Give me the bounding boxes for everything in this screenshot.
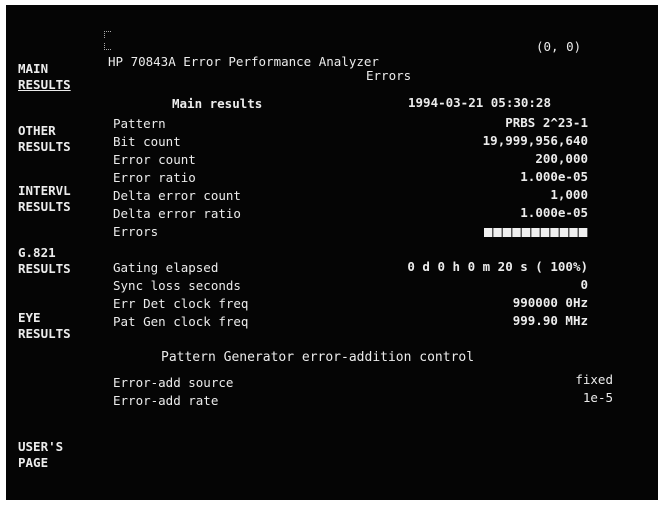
row-label-pattern: Pattern <box>113 116 166 131</box>
softkey-main-results[interactable]: MAIN RESULTS <box>18 61 98 93</box>
softkey-label: G.821 <box>18 245 56 260</box>
row-value-error-ratio: 1.000e-05 <box>520 169 588 184</box>
softkey-label: MAIN <box>18 61 49 76</box>
section-heading-error-add: Pattern Generator error-addition control <box>161 350 475 365</box>
row-label-bit-count: Bit count <box>113 134 181 149</box>
softkey-label: OTHER <box>18 123 56 138</box>
softkey-label: INTERVL <box>18 183 71 198</box>
softkey-label: RESULTS <box>18 326 71 341</box>
row-value-sync-loss: 0 <box>580 277 588 292</box>
row-label-errors: Errors <box>113 224 159 239</box>
screen-coords: (0, 0) <box>536 39 582 54</box>
row-value-error-add-source: fixed <box>575 372 613 387</box>
errors-indicator-bar <box>484 224 588 239</box>
row-label-error-count: Error count <box>113 152 196 167</box>
row-label-gating-elapsed: Gating elapsed <box>113 260 219 275</box>
row-value-error-count: 200,000 <box>535 151 588 166</box>
softkey-label: PAGE <box>18 455 49 470</box>
row-label-pat-gen-clock: Pat Gen clock freq <box>113 314 249 329</box>
softkey-label: RESULTS <box>18 199 71 214</box>
row-value-delta-error-ratio: 1.000e-05 <box>520 205 588 220</box>
softkey-other-results[interactable]: OTHER RESULTS <box>18 123 98 155</box>
instrument-title: HP 70843A Error Performance Analyzer <box>108 54 379 69</box>
row-label-delta-error-count: Delta error count <box>113 188 241 203</box>
row-value-gating-elapsed: 0 d 0 h 0 m 20 s ( 100%) <box>407 259 588 274</box>
row-value-bit-count: 19,999,956,640 <box>482 133 588 148</box>
row-label-error-add-source: Error-add source <box>113 375 234 390</box>
screen-title: Errors <box>366 68 412 83</box>
row-value-pat-gen-clock: 999.90 MHz <box>512 313 588 328</box>
section-heading-main-results: Main results <box>172 96 263 111</box>
timestamp: 1994-03-21 05:30:28 <box>408 95 551 110</box>
row-value-pattern: PRBS 2^23-1 <box>505 115 588 130</box>
softkey-label: USER'S <box>18 439 64 454</box>
corner-marker-icon <box>104 43 111 50</box>
softkey-eye-results[interactable]: EYE RESULTS <box>18 310 98 342</box>
softkey-label: RESULTS <box>18 139 71 154</box>
row-label-err-det-clock: Err Det clock freq <box>113 296 249 311</box>
softkey-g821-results[interactable]: G.821 RESULTS <box>18 245 98 277</box>
row-label-error-ratio: Error ratio <box>113 170 196 185</box>
row-value-delta-error-count: 1,000 <box>550 187 588 202</box>
corner-marker-icon <box>104 31 111 38</box>
softkey-label: RESULTS <box>18 261 71 276</box>
row-label-delta-error-ratio: Delta error ratio <box>113 206 241 221</box>
softkey-interval-results[interactable]: INTERVL RESULTS <box>18 183 98 215</box>
analyzer-screen: MAIN RESULTS OTHER RESULTS INTERVL RESUL… <box>6 5 658 500</box>
softkey-label: EYE <box>18 310 41 325</box>
row-label-sync-loss: Sync loss seconds <box>113 278 241 293</box>
row-value-err-det-clock: 990000 0Hz <box>512 295 588 310</box>
softkey-label: RESULTS <box>18 77 71 92</box>
softkey-users-page[interactable]: USER'S PAGE <box>18 439 98 471</box>
row-label-error-add-rate: Error-add rate <box>113 393 219 408</box>
row-value-error-add-rate: 1e-5 <box>582 390 613 405</box>
